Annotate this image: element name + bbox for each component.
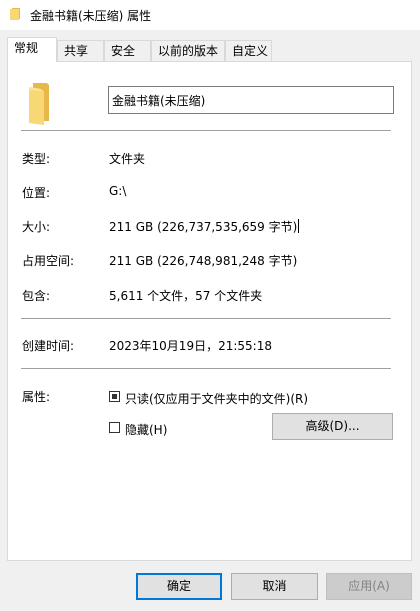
contains-label: 包含:	[22, 289, 51, 303]
created-label: 创建时间:	[22, 339, 75, 353]
folder-name-input[interactable]	[108, 86, 394, 114]
size-value: 211 GB (226,737,535,659 字节)	[109, 220, 298, 234]
size-value-wrap: 211 GB (226,737,535,659 字节)	[109, 218, 300, 235]
hidden-checkbox[interactable]	[109, 422, 120, 433]
readonly-label[interactable]: 只读(仅应用于文件夹中的文件)(R)	[125, 390, 308, 407]
attributes-label: 属性:	[22, 390, 51, 404]
tab-security[interactable]: 安全	[104, 40, 151, 61]
size-on-disk-label: 占用空间:	[22, 254, 75, 268]
window-title: 金融书籍(未压缩) 属性	[30, 9, 152, 23]
apply-button[interactable]: 应用(A)	[326, 573, 412, 600]
type-value: 文件夹	[109, 152, 146, 166]
contains-value: 5,611 个文件，57 个文件夹	[109, 289, 263, 303]
ok-button[interactable]: 确定	[136, 573, 222, 600]
advanced-button[interactable]: 高级(D)...	[272, 413, 393, 440]
hidden-label[interactable]: 隐藏(H)	[125, 421, 167, 438]
readonly-checkbox[interactable]	[109, 391, 120, 402]
separator	[21, 318, 391, 319]
separator	[21, 368, 391, 369]
location-value: G:\	[109, 184, 127, 198]
separator	[21, 130, 391, 131]
size-on-disk-value: 211 GB (226,748,981,248 字节)	[109, 254, 298, 268]
tab-customize[interactable]: 自定义	[225, 40, 272, 61]
type-label: 类型:	[22, 152, 51, 166]
created-value: 2023年10月19日，21:55:18	[109, 339, 272, 353]
title-bar[interactable]: 金融书籍(未压缩) 属性	[0, 0, 420, 30]
tab-general[interactable]: 常规	[7, 37, 57, 62]
tab-sharing[interactable]: 共享	[57, 40, 104, 61]
text-cursor	[298, 219, 300, 233]
tab-previous-versions[interactable]: 以前的版本	[151, 40, 225, 61]
cancel-button[interactable]: 取消	[231, 573, 318, 600]
general-panel	[7, 61, 412, 561]
folder-icon	[10, 8, 20, 20]
size-label: 大小:	[22, 220, 51, 234]
folder-large-icon	[29, 83, 49, 125]
location-label: 位置:	[22, 186, 51, 200]
